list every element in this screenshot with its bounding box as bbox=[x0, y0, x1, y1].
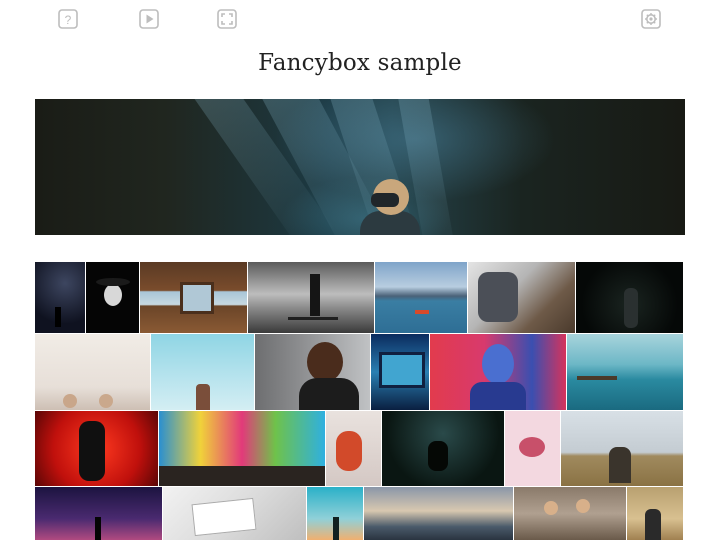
gallery-thumb[interactable] bbox=[627, 487, 683, 540]
gallery-thumb[interactable] bbox=[371, 334, 429, 410]
gallery-thumb[interactable] bbox=[382, 411, 504, 486]
help-icon: ? bbox=[58, 9, 78, 29]
gallery-thumb[interactable] bbox=[35, 334, 150, 410]
gallery-thumb[interactable] bbox=[86, 262, 139, 333]
gallery-thumb[interactable] bbox=[307, 487, 363, 540]
gallery-thumb[interactable] bbox=[151, 334, 254, 410]
gallery-thumb[interactable] bbox=[35, 262, 85, 333]
fullscreen-icon bbox=[217, 9, 237, 29]
gallery-thumb[interactable] bbox=[159, 411, 325, 486]
gallery-thumb[interactable] bbox=[375, 262, 467, 333]
slideshow-button[interactable] bbox=[138, 8, 160, 30]
gallery-thumb[interactable] bbox=[364, 487, 513, 540]
gallery-thumb[interactable] bbox=[567, 334, 683, 410]
gallery-thumb[interactable] bbox=[505, 411, 560, 486]
fullscreen-button[interactable] bbox=[216, 8, 238, 30]
gallery-thumb[interactable] bbox=[248, 262, 374, 333]
settings-button[interactable] bbox=[640, 8, 662, 30]
gallery-thumb[interactable] bbox=[255, 334, 370, 410]
gallery-thumb[interactable] bbox=[514, 487, 626, 540]
gallery-thumb[interactable] bbox=[35, 487, 162, 540]
gallery-thumb[interactable] bbox=[576, 262, 683, 333]
help-label: ? bbox=[65, 13, 72, 27]
page-title: Fancybox sample bbox=[258, 50, 462, 76]
gallery-thumb[interactable] bbox=[140, 262, 247, 333]
play-icon bbox=[139, 9, 159, 29]
gallery-thumb[interactable] bbox=[468, 262, 575, 333]
gallery-thumb[interactable] bbox=[35, 411, 158, 486]
settings-icon bbox=[641, 9, 661, 29]
hero-image[interactable] bbox=[35, 99, 685, 235]
gallery-thumb[interactable] bbox=[326, 411, 381, 486]
gallery-thumb[interactable] bbox=[163, 487, 306, 540]
gallery-thumb[interactable] bbox=[430, 334, 566, 410]
help-button[interactable]: ? bbox=[57, 8, 79, 30]
gallery-thumb[interactable] bbox=[561, 411, 683, 486]
